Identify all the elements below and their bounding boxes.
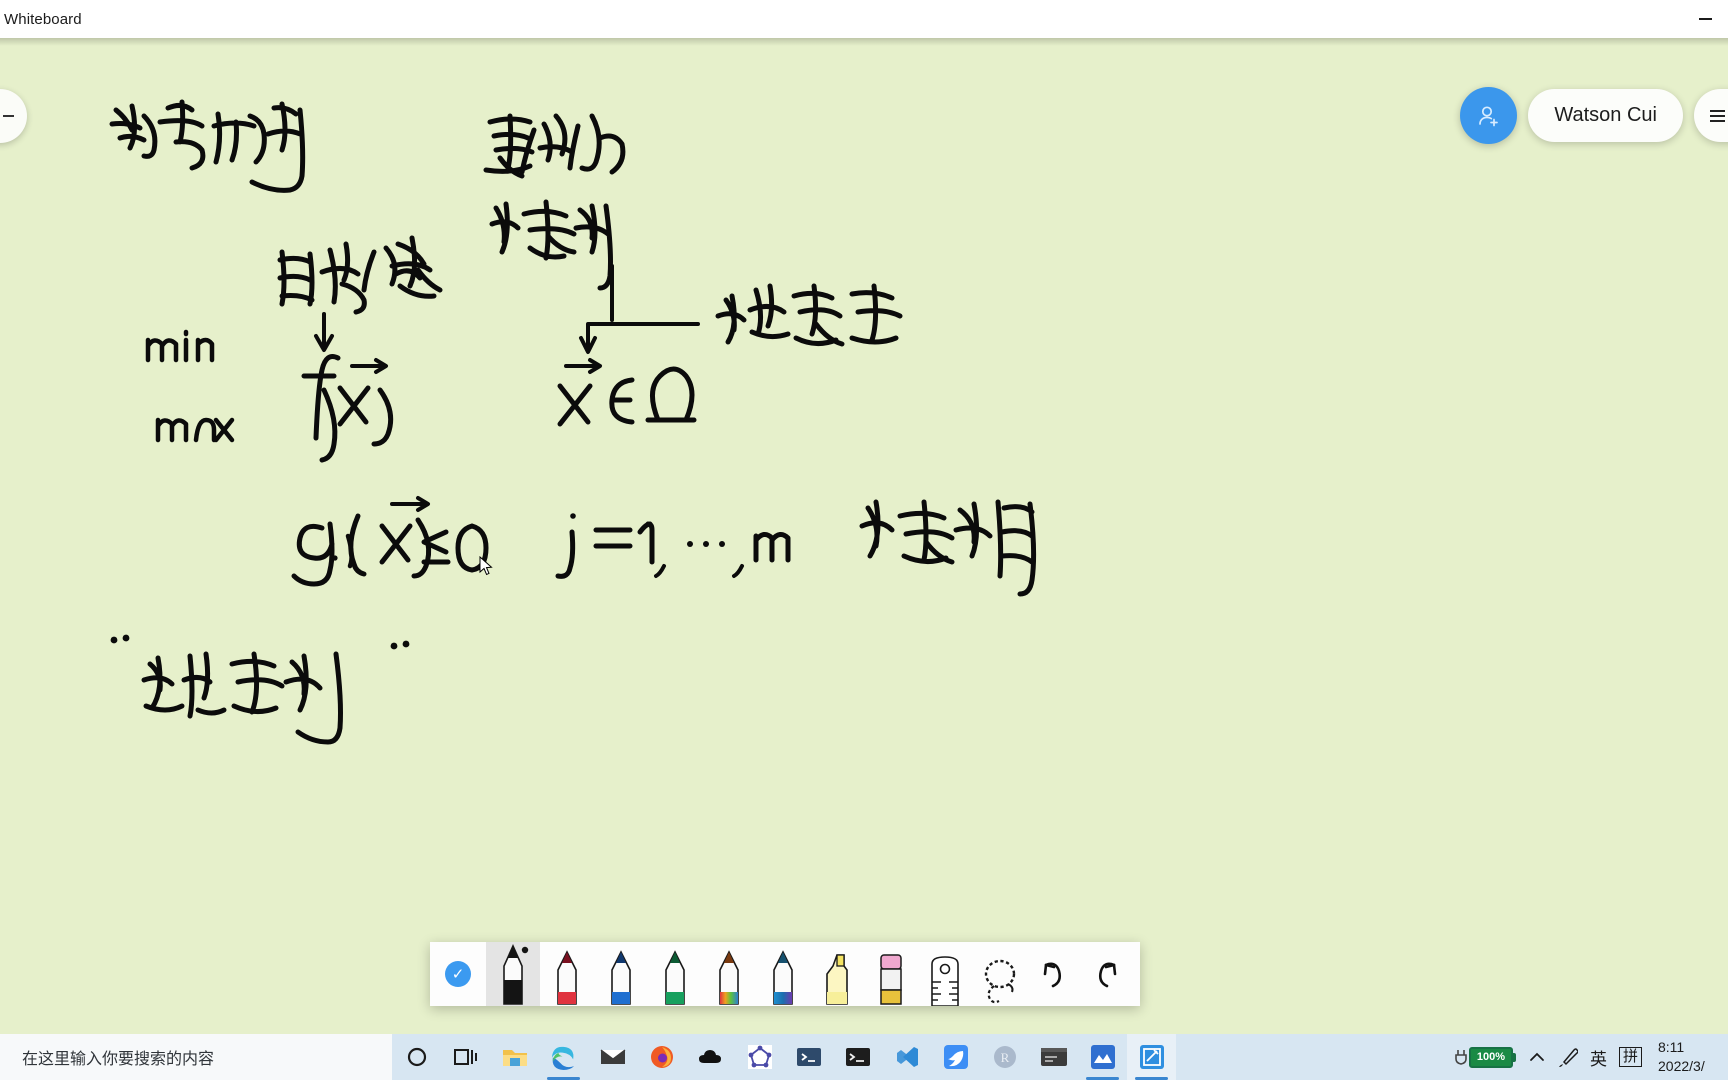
ime-mode-label: 拼 [1618, 1046, 1642, 1068]
app-windows-terminal[interactable] [784, 1034, 833, 1080]
pentagon-icon [747, 1045, 772, 1069]
pen-red-button[interactable] [540, 942, 594, 1006]
clock-date: 2022/3/ [1658, 1058, 1705, 1074]
pen-icon [773, 950, 793, 1005]
ruler-icon [931, 956, 959, 1006]
whiteboard-app-window: Whiteboard Watson Cui ✓ 在这里输入你要搜索的内容 R 1… [0, 0, 1728, 1080]
power-plug-icon [1455, 1050, 1467, 1065]
battery-status[interactable]: 100% [1453, 1046, 1516, 1068]
mouse-cursor [479, 556, 493, 576]
app-blue-bird[interactable] [931, 1034, 980, 1080]
app-powershell[interactable] [833, 1034, 882, 1080]
console-icon [1040, 1048, 1067, 1066]
taskbar-buttons: R [392, 1034, 1176, 1080]
lasso-icon [984, 959, 1016, 1004]
taskbar-search-input[interactable]: 在这里输入你要搜索的内容 [0, 1034, 392, 1080]
cortana-button[interactable] [392, 1034, 441, 1080]
whiteboard-canvas[interactable]: Watson Cui ✓ [0, 38, 1728, 1034]
app-whiteboard[interactable] [1127, 1034, 1176, 1080]
clock-time: 8:11 [1658, 1039, 1685, 1056]
undo-arrow-icon [1043, 962, 1062, 988]
highlighter-button[interactable] [810, 942, 864, 1006]
battery-percent-label: 100% [1468, 1046, 1513, 1068]
pen-icon [719, 950, 739, 1005]
redo-button[interactable] [1080, 942, 1134, 1006]
pen-black-button[interactable] [486, 942, 540, 1006]
app-file-explorer[interactable] [490, 1034, 539, 1080]
check-icon: ✓ [445, 961, 471, 987]
battery-tip [1512, 1052, 1516, 1062]
edge-icon [551, 1046, 575, 1070]
terminal-icon [796, 1048, 821, 1066]
handwriting-strokes [109, 99, 1037, 745]
minimize-icon [1698, 18, 1712, 20]
ime-language-indicator[interactable]: 英 [1590, 1045, 1607, 1070]
lasso-select-button[interactable] [972, 942, 1026, 1006]
highlighter-icon [826, 954, 848, 1005]
ime-language-label: 英 [1589, 1049, 1607, 1069]
r-icon: R [993, 1046, 1016, 1068]
chevron-up-icon [1530, 1052, 1544, 1061]
prompt-icon [845, 1048, 870, 1066]
pen-tray-icon [1558, 1048, 1578, 1067]
firefox-icon [650, 1046, 673, 1068]
circle-icon [407, 1047, 426, 1067]
windows-taskbar: 在这里输入你要搜索的内容 R 100% 英 拼 8:11 2022/3/ [0, 1034, 1728, 1080]
task-view-icon [453, 1049, 477, 1065]
ruler-button[interactable] [918, 942, 972, 1006]
pen-icon [557, 950, 577, 1005]
app-firefox[interactable] [637, 1034, 686, 1080]
mountain-icon [1090, 1045, 1115, 1069]
ime-mode-indicator[interactable]: 拼 [1618, 1046, 1642, 1068]
pen-blue-button[interactable] [594, 942, 648, 1006]
app-visual-studio-code[interactable] [882, 1034, 931, 1080]
pen-icon [503, 944, 529, 1005]
app-console[interactable] [1029, 1034, 1078, 1080]
envelope-icon [600, 1049, 625, 1064]
pen-green-button[interactable] [648, 942, 702, 1006]
folder-icon [502, 1050, 527, 1066]
whiteboard-icon [1139, 1045, 1164, 1069]
vscode-icon [896, 1047, 918, 1067]
search-placeholder-text: 在这里输入你要搜索的内容 [22, 1051, 215, 1068]
confirm-check-button[interactable]: ✓ [430, 942, 486, 1006]
ink-layer [0, 38, 1728, 1034]
minimize-button[interactable] [1682, 0, 1728, 38]
app-mail[interactable] [588, 1034, 637, 1080]
window-title: Whiteboard [4, 10, 82, 28]
app-mountain[interactable] [1078, 1034, 1127, 1080]
pen-rainbow-button[interactable] [702, 942, 756, 1006]
bird-icon [943, 1045, 968, 1069]
eraser-button[interactable] [864, 942, 918, 1006]
pen-toolbar: ✓ [430, 942, 1140, 1006]
redo-arrow-icon [1098, 962, 1117, 988]
app-onedrive[interactable] [686, 1034, 735, 1080]
svg-text:R: R [1000, 1050, 1009, 1065]
pen-workspace-button[interactable] [1558, 1046, 1578, 1068]
cloud-icon [698, 1050, 721, 1063]
system-tray: 100% 英 拼 8:11 2022/3/ [1453, 1038, 1728, 1076]
app-geogebra[interactable] [735, 1034, 784, 1080]
app-microsoft-edge[interactable] [539, 1034, 588, 1080]
show-hidden-icons-button[interactable] [1528, 1050, 1546, 1064]
eraser-icon [880, 954, 902, 1005]
app-rstudio[interactable]: R [980, 1034, 1029, 1080]
undo-button[interactable] [1026, 942, 1080, 1006]
clock-date-widget[interactable]: 8:11 2022/3/ [1654, 1038, 1722, 1076]
pen-galaxy-button[interactable] [756, 942, 810, 1006]
pen-icon [665, 950, 685, 1005]
window-title-bar: Whiteboard [0, 0, 1728, 38]
pen-icon [611, 950, 631, 1005]
task-view-button[interactable] [441, 1034, 490, 1080]
